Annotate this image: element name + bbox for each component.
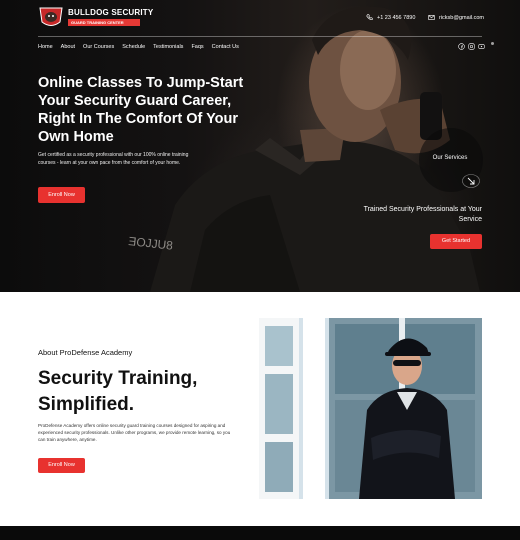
instagram-icon[interactable] bbox=[468, 43, 475, 50]
contact-phone[interactable]: +1 23 456 7890 bbox=[366, 14, 415, 21]
contact-email-text: ricksb@gmail.com bbox=[439, 14, 485, 21]
header-divider bbox=[38, 36, 482, 37]
contact-phone-text: +1 23 456 7890 bbox=[377, 14, 416, 21]
hero-heading: Online Classes To Jump-Start Your Securi… bbox=[38, 75, 244, 145]
side-tagline: Trained Security Professionals at Your S… bbox=[363, 206, 482, 223]
youtube-icon[interactable] bbox=[478, 43, 485, 50]
scroll-indicator bbox=[491, 42, 494, 45]
nav-item-faqs[interactable]: Faqs bbox=[191, 44, 203, 50]
get-started-button[interactable]: Get Started bbox=[430, 234, 482, 249]
hero-section: ƎOJJU8 BULLDOG SECURITY GUARD TRAINING C… bbox=[0, 0, 520, 292]
facebook-icon[interactable] bbox=[458, 43, 465, 50]
footer-strip bbox=[0, 526, 520, 540]
about-heading: Security Training, Simplified. bbox=[38, 368, 198, 415]
hero-enroll-button[interactable]: Enroll Now bbox=[38, 187, 85, 203]
guard-photo bbox=[259, 318, 482, 499]
hero-description: Get certified as a security professional… bbox=[38, 152, 189, 166]
services-arrow-button[interactable] bbox=[462, 174, 480, 188]
brand-title: BULLDOG SECURITY bbox=[68, 8, 154, 17]
arrow-down-right-icon bbox=[462, 174, 480, 188]
nav-item-schedule[interactable]: Schedule bbox=[122, 44, 145, 50]
nav-item-about[interactable]: About bbox=[61, 44, 75, 50]
nav-item-testimonials[interactable]: Testimonials bbox=[153, 44, 183, 50]
about-description: ProDefense Academy offers online securit… bbox=[38, 423, 231, 442]
main-nav: Home About Our Courses Schedule Testimon… bbox=[38, 44, 239, 50]
services-label[interactable]: Our Services bbox=[420, 155, 480, 161]
brand-logo[interactable]: BULLDOG SECURITY GUARD TRAINING CENTER bbox=[38, 6, 153, 30]
about-enroll-button[interactable]: Enroll Now bbox=[38, 458, 85, 473]
nav-item-our-courses[interactable]: Our Courses bbox=[83, 44, 114, 50]
nav-item-contact-us[interactable]: Contact Us bbox=[212, 44, 239, 50]
phone-icon bbox=[366, 14, 373, 21]
email-icon bbox=[428, 15, 435, 20]
bulldog-shield-icon bbox=[39, 7, 63, 26]
nav-item-home[interactable]: Home bbox=[38, 44, 53, 50]
brand-subtitle: GUARD TRAINING CENTER bbox=[68, 19, 140, 26]
about-kicker: About ProDefense Academy bbox=[38, 348, 133, 357]
contact-email[interactable]: ricksb@gmail.com bbox=[428, 14, 484, 21]
social-links bbox=[458, 43, 485, 50]
